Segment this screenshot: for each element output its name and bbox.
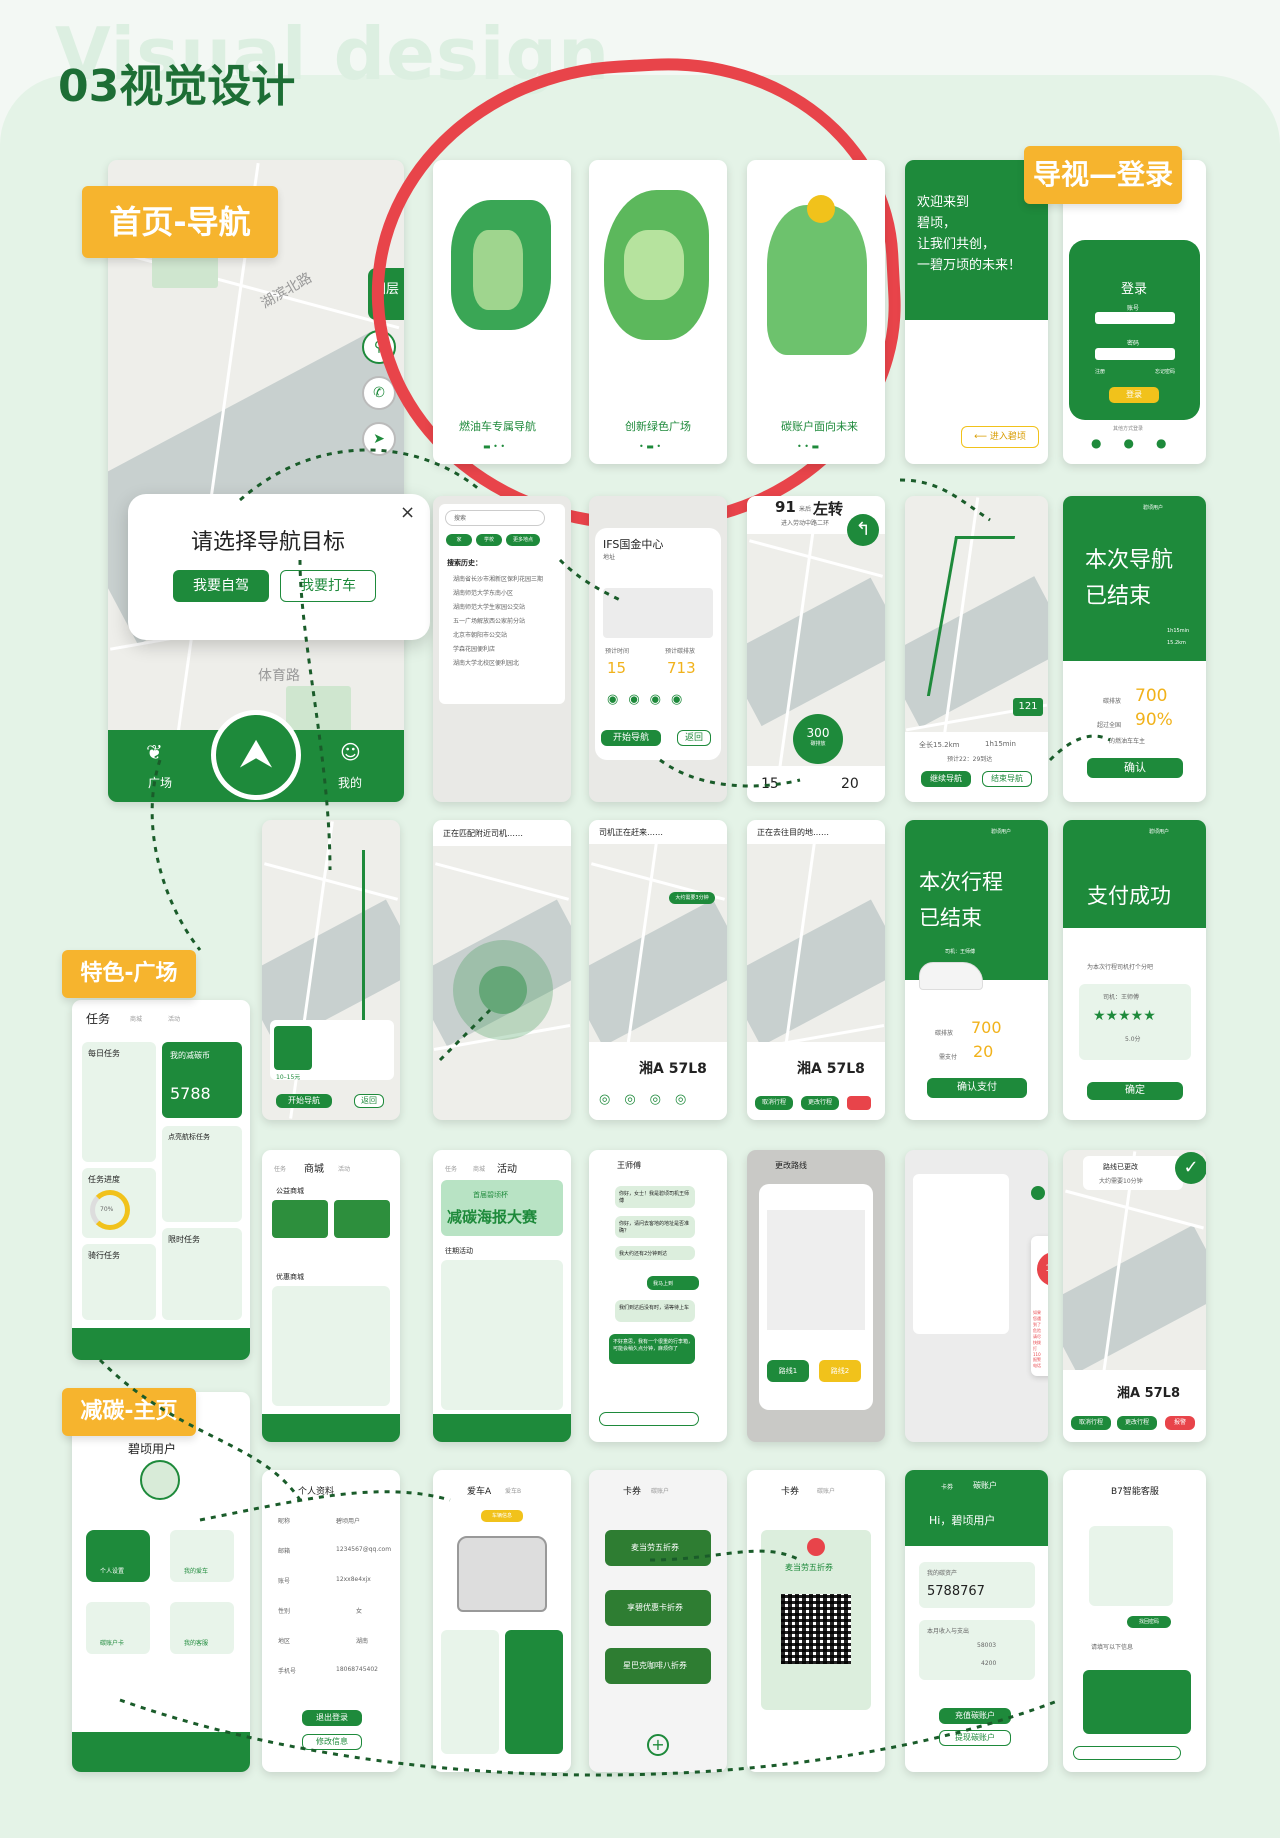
flow-arrows (98, 448, 1111, 1777)
